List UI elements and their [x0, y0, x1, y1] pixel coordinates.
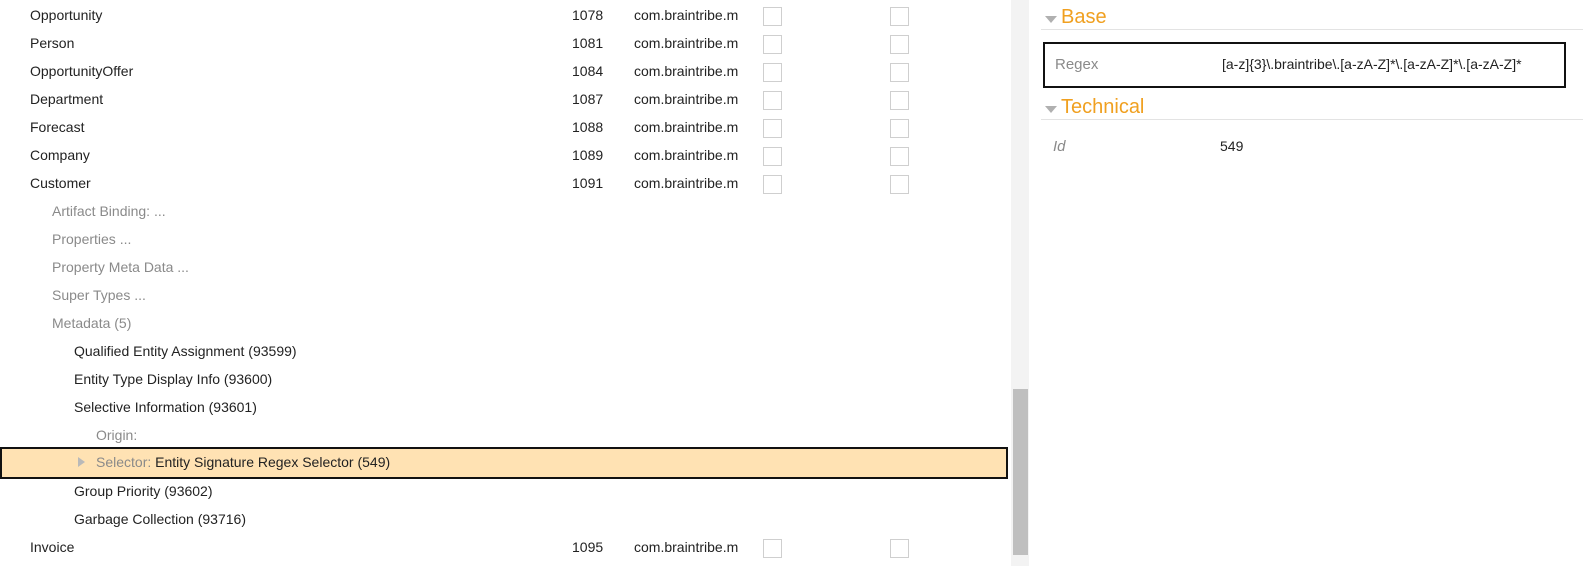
entity-package: com.braintribe.m	[634, 539, 739, 555]
entity-name: Invoice	[30, 539, 75, 555]
entity-id: 1091	[572, 175, 604, 191]
selector-label: Selector:	[96, 454, 152, 470]
tree-row-entity[interactable]: Opportunity 1078 com.braintribe.m	[0, 1, 1008, 29]
entity-id: 1088	[572, 119, 604, 135]
entity-name: Department	[30, 91, 104, 107]
checkbox[interactable]	[890, 175, 909, 194]
entity-name: Opportunity	[30, 7, 103, 23]
expand-triangle-icon[interactable]	[78, 457, 85, 467]
property-label: Regex	[1055, 56, 1099, 73]
group-divider	[1041, 119, 1583, 120]
checkbox[interactable]	[890, 7, 909, 26]
node-label: Metadata (5)	[52, 315, 132, 331]
checkbox[interactable]	[890, 35, 909, 54]
checkbox[interactable]	[890, 119, 909, 138]
entity-package: com.braintribe.m	[634, 7, 739, 23]
entity-name: OpportunityOffer	[30, 63, 134, 79]
scrollbar-thumb[interactable]	[1013, 389, 1028, 555]
tree-node-super-types[interactable]: Super Types ...	[0, 281, 1008, 309]
tree-node-metadata-item[interactable]: Qualified Entity Assignment (93599)	[0, 337, 1008, 365]
node-label: Property Meta Data ...	[52, 259, 189, 275]
entity-name: Customer	[30, 175, 91, 191]
tree-node-properties[interactable]: Properties ...	[0, 225, 1008, 253]
checkbox[interactable]	[763, 91, 782, 110]
entity-id: 1081	[572, 35, 604, 51]
property-row-regex[interactable]: Regex [a-z]{3}\.braintribe\.[a-zA-Z]*\.[…	[1043, 42, 1566, 88]
tree-row-entity[interactable]: Forecast 1088 com.braintribe.m	[0, 113, 1008, 141]
checkbox[interactable]	[763, 63, 782, 82]
tree-node-property-meta-data[interactable]: Property Meta Data ...	[0, 253, 1008, 281]
group-title: Technical	[1061, 96, 1145, 118]
entity-package: com.braintribe.m	[634, 147, 739, 163]
group-divider	[1041, 29, 1583, 30]
node-label: Group Priority (93602)	[74, 483, 213, 499]
collapse-triangle-icon[interactable]	[1045, 16, 1057, 23]
tree-node-origin[interactable]: Origin:	[0, 421, 1008, 449]
checkbox[interactable]	[763, 175, 782, 194]
tree-node-artifact-binding[interactable]: Artifact Binding: ...	[0, 197, 1008, 225]
tree-row-entity[interactable]: Department 1087 com.braintribe.m	[0, 85, 1008, 113]
tree-node-metadata-item[interactable]: Group Priority (93602)	[0, 477, 1008, 505]
entity-id: 1089	[572, 147, 604, 163]
node-label: Artifact Binding: ...	[52, 203, 166, 219]
entity-package: com.braintribe.m	[634, 35, 739, 51]
checkbox[interactable]	[890, 63, 909, 82]
origin-label: Origin:	[96, 427, 138, 443]
node-label: Selective Information (93601)	[74, 399, 257, 415]
tree-node-metadata[interactable]: Metadata (5)	[0, 309, 1008, 337]
tree-row-entity[interactable]: OpportunityOffer 1084 com.braintribe.m	[0, 57, 1008, 85]
selector-value: Entity Signature Regex Selector (549)	[155, 454, 391, 470]
checkbox[interactable]	[763, 147, 782, 166]
entity-name: Person	[30, 35, 75, 51]
entity-id: 1087	[572, 91, 604, 107]
node-label: Garbage Collection (93716)	[74, 511, 246, 527]
tree-row-entity[interactable]: Invoice 1095 com.braintribe.m	[0, 533, 1008, 561]
tree-node-metadata-item[interactable]: Entity Type Display Info (93600)	[0, 365, 1008, 393]
property-value: 549	[1220, 138, 1244, 154]
property-row-id[interactable]: Id 549	[1043, 126, 1566, 172]
checkbox[interactable]	[763, 119, 782, 138]
tree-node-selector-selected[interactable]: Selector: Entity Signature Regex Selecto…	[0, 447, 1008, 479]
tree-node-metadata-item[interactable]: Selective Information (93601)	[0, 393, 1008, 421]
checkbox[interactable]	[890, 91, 909, 110]
node-label: Entity Type Display Info (93600)	[74, 371, 273, 387]
node-label: Qualified Entity Assignment (93599)	[74, 343, 297, 359]
entity-id: 1084	[572, 63, 604, 79]
entity-name: Forecast	[30, 119, 85, 135]
entity-tree: Opportunity 1078 com.braintribe.m Person…	[0, 0, 1011, 566]
entity-package: com.braintribe.m	[634, 91, 739, 107]
entity-id: 1078	[572, 7, 604, 23]
collapse-triangle-icon[interactable]	[1045, 106, 1057, 113]
property-panel: Base Regex [a-z]{3}\.braintribe\.[a-zA-Z…	[1031, 0, 1583, 566]
node-label: Super Types ...	[52, 287, 146, 303]
entity-package: com.braintribe.m	[634, 63, 739, 79]
entity-name: Company	[30, 147, 90, 163]
node-label: Properties ...	[52, 231, 132, 247]
tree-node-metadata-item[interactable]: Garbage Collection (93716)	[0, 505, 1008, 533]
tree-row-entity[interactable]: Company 1089 com.braintribe.m	[0, 141, 1008, 169]
property-value[interactable]: [a-z]{3}\.braintribe\.[a-zA-Z]*\.[a-zA-Z…	[1222, 56, 1522, 72]
tree-row-entity[interactable]: Person 1081 com.braintribe.m	[0, 29, 1008, 57]
tree-row-entity[interactable]: Customer 1091 com.braintribe.m	[0, 169, 1008, 197]
group-title: Base	[1061, 6, 1107, 28]
checkbox[interactable]	[763, 35, 782, 54]
checkbox[interactable]	[763, 539, 782, 558]
checkbox[interactable]	[890, 147, 909, 166]
property-label: Id	[1053, 138, 1066, 155]
entity-id: 1095	[572, 539, 604, 555]
entity-package: com.braintribe.m	[634, 119, 739, 135]
entity-package: com.braintribe.m	[634, 175, 739, 191]
checkbox[interactable]	[890, 539, 909, 558]
checkbox[interactable]	[763, 7, 782, 26]
